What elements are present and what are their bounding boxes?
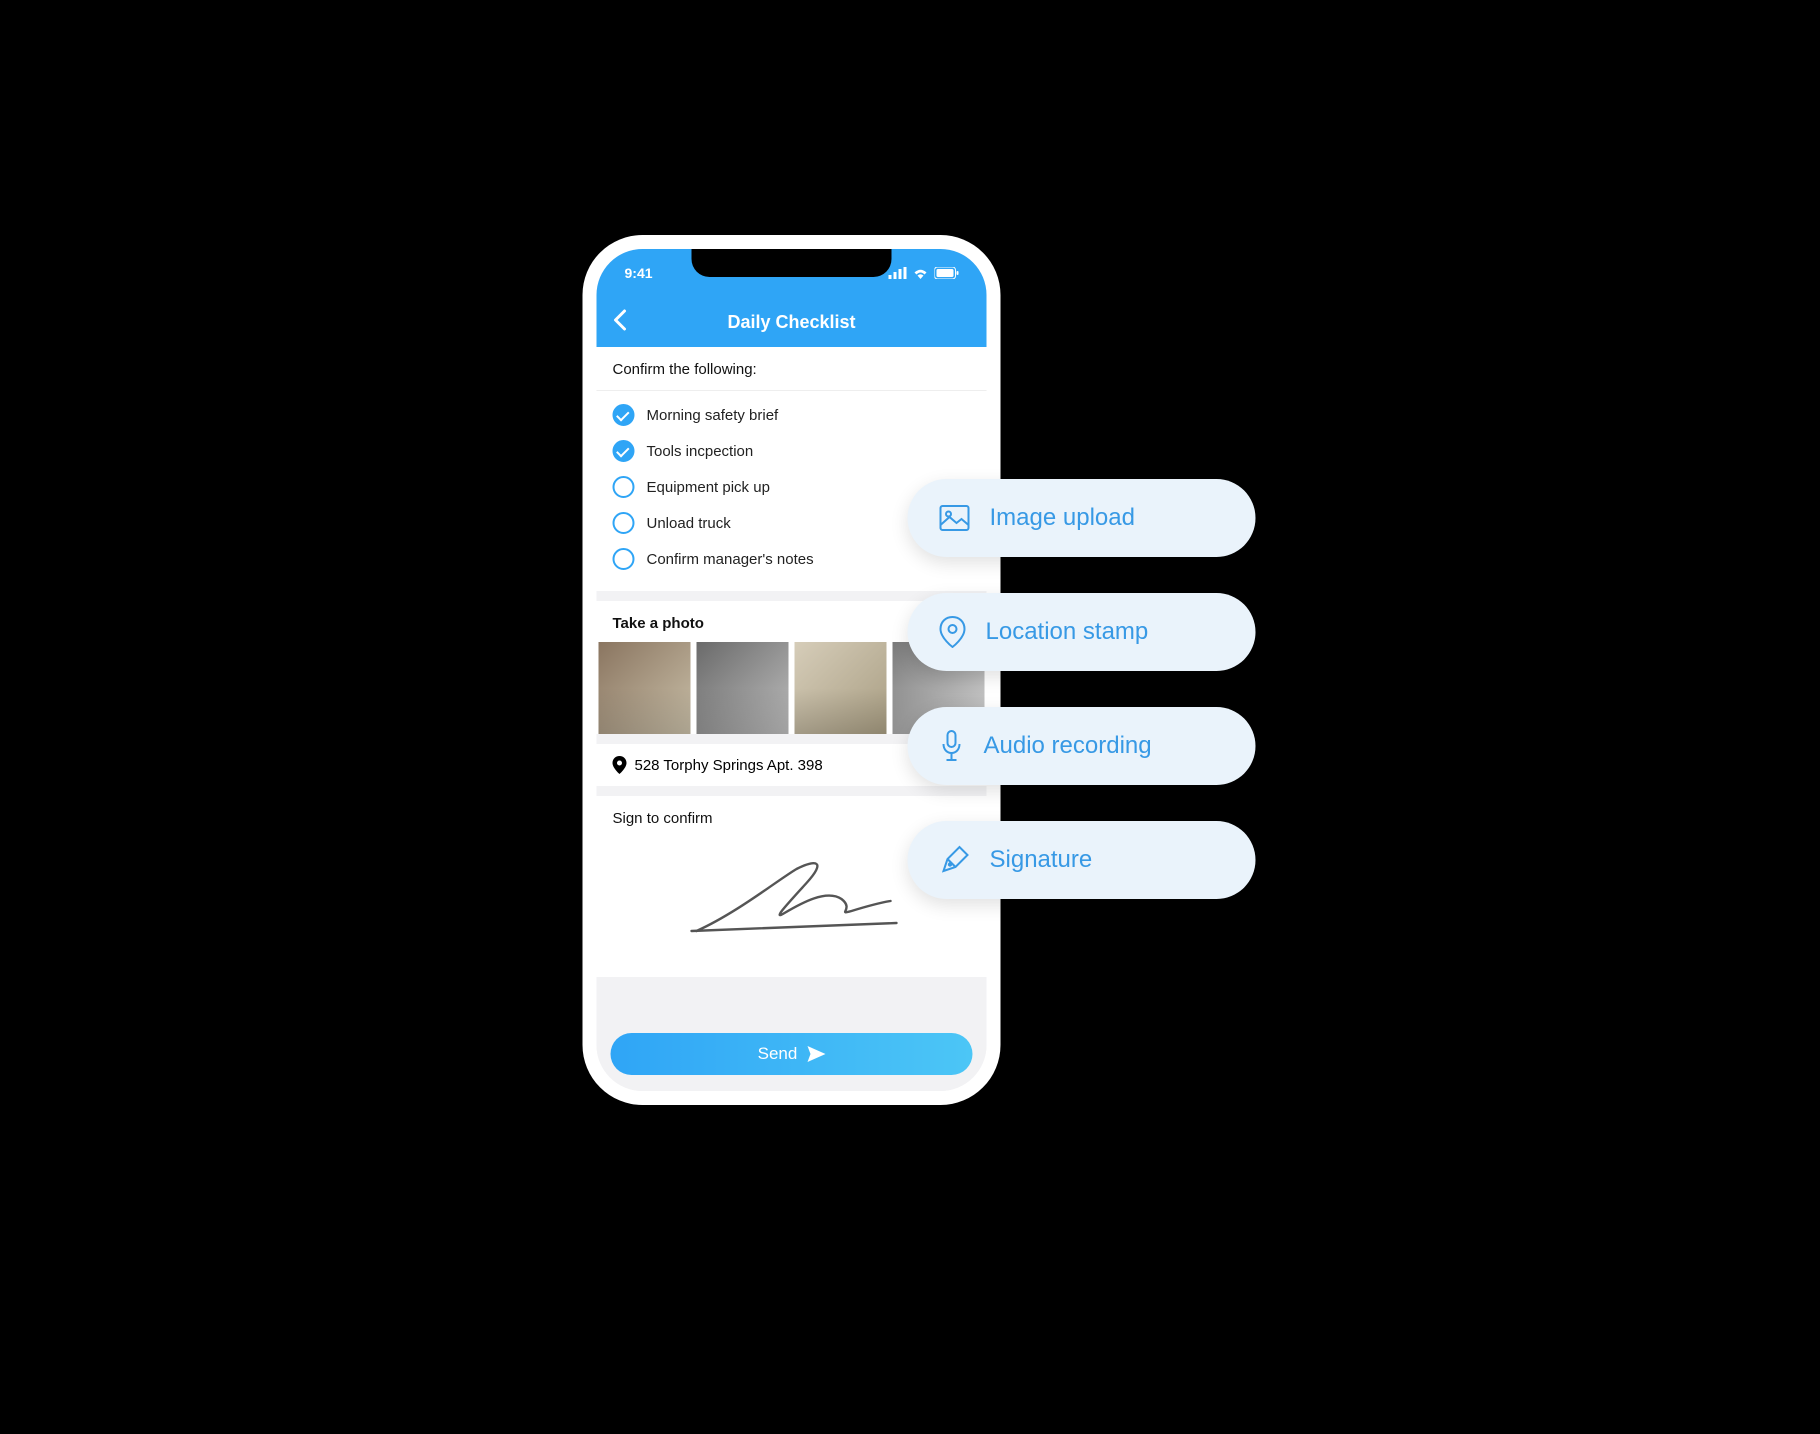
checklist-item-label: Tools incpection — [647, 443, 754, 460]
feature-pill-label: Location stamp — [986, 618, 1149, 646]
wifi-icon — [913, 267, 929, 279]
photo-thumbnail[interactable] — [697, 642, 789, 734]
page-title: Daily Checklist — [613, 312, 971, 333]
checkbox-icon — [613, 548, 635, 570]
phone-screen: 9:41 Daily Checklist Confirm the followi… — [597, 249, 987, 1091]
pen-icon — [940, 845, 970, 875]
checklist-item-label: Unload truck — [647, 515, 731, 532]
checklist-item[interactable]: Confirm manager's notes — [613, 541, 971, 577]
photo-thumbnail[interactable] — [599, 642, 691, 734]
status-icons — [889, 267, 959, 279]
signature-drawing-icon — [677, 853, 907, 943]
phone-notch — [692, 249, 892, 277]
microphone-icon — [940, 730, 964, 762]
checklist-item-label: Confirm manager's notes — [647, 551, 814, 568]
location-address: 528 Torphy Springs Apt. 398 — [635, 757, 823, 774]
battery-icon — [935, 267, 959, 279]
checkbox-icon — [613, 404, 635, 426]
feature-pill-signature[interactable]: Signature — [908, 821, 1256, 899]
checklist-item[interactable]: Tools incpection — [613, 433, 971, 469]
checklist-card: Confirm the following: Morning safety br… — [597, 347, 987, 591]
feature-pill-label: Audio recording — [984, 732, 1152, 760]
checkbox-icon — [613, 512, 635, 534]
location-pin-icon — [613, 756, 627, 774]
signature-heading: Sign to confirm — [613, 810, 971, 827]
content-area: Confirm the following: Morning safety br… — [597, 347, 987, 1023]
chevron-left-icon — [613, 309, 627, 331]
send-icon — [807, 1046, 825, 1062]
app-navbar: Daily Checklist — [597, 297, 987, 347]
checklist-item-label: Morning safety brief — [647, 407, 779, 424]
feature-pill-audio-recording[interactable]: Audio recording — [908, 707, 1256, 785]
send-bar: Send — [597, 1023, 987, 1091]
send-button-label: Send — [758, 1044, 798, 1064]
checklist: Morning safety brief Tools incpection Eq… — [613, 391, 971, 577]
feature-pill-label: Image upload — [990, 504, 1135, 532]
back-button[interactable] — [613, 308, 627, 336]
feature-pill-label: Signature — [990, 846, 1093, 874]
feature-pill-image-upload[interactable]: Image upload — [908, 479, 1256, 557]
checklist-item[interactable]: Morning safety brief — [613, 397, 971, 433]
checklist-item-label: Equipment pick up — [647, 479, 770, 496]
checkbox-icon — [613, 476, 635, 498]
photo-thumbnail[interactable] — [795, 642, 887, 734]
location-pin-icon — [940, 616, 966, 648]
send-button[interactable]: Send — [611, 1033, 973, 1075]
status-time: 9:41 — [625, 265, 653, 281]
checklist-heading: Confirm the following: — [613, 361, 971, 378]
checkbox-icon — [613, 440, 635, 462]
cellular-icon — [889, 267, 907, 279]
image-icon — [940, 505, 970, 531]
feature-pill-location-stamp[interactable]: Location stamp — [908, 593, 1256, 671]
